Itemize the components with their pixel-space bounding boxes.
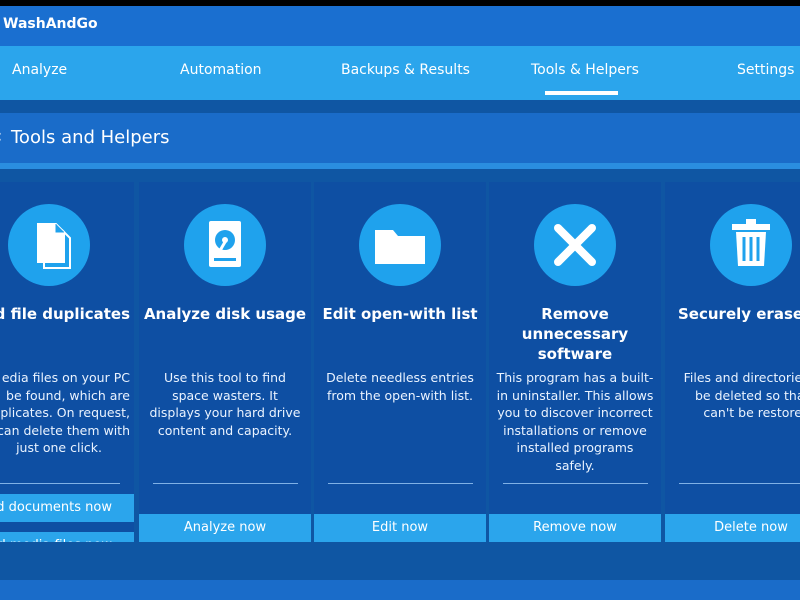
card-divider: [0, 483, 120, 484]
card-divider: [503, 483, 648, 484]
card-description: Delete needless entries from the open-wi…: [326, 370, 474, 403]
find-documents-button[interactable]: nd documents now: [0, 494, 134, 522]
bottom-bar: [0, 580, 800, 600]
remove-now-button[interactable]: Remove now: [489, 514, 661, 542]
close-x-icon: [554, 224, 596, 266]
tool-card-disk-usage: Analyze disk usage Use this tool to find…: [139, 182, 311, 542]
folder-icon: [375, 230, 425, 264]
delete-now-button[interactable]: Delete now: [665, 514, 800, 542]
icon-circle: [534, 204, 616, 286]
app-window: WashAndGo Analyze Automation Backups & R…: [0, 0, 800, 600]
tab-settings[interactable]: Settings: [737, 62, 794, 78]
title-bar: WashAndGo: [0, 6, 800, 46]
app-title: WashAndGo: [3, 16, 98, 32]
section-header: ‹ Tools and Helpers: [0, 113, 800, 163]
tool-card-secure-erase: Securely erase fi Files and directories …: [665, 182, 800, 542]
section-title: Tools and Helpers: [11, 127, 170, 148]
tool-card-duplicates: d file duplicates edia files on your PC …: [0, 182, 134, 542]
icon-circle: [359, 204, 441, 286]
tab-analyze[interactable]: Analyze: [12, 62, 67, 78]
tool-card-remove-software: Remove unnecessary software This program…: [489, 182, 661, 542]
active-tab-indicator: [545, 91, 618, 95]
find-media-files-button[interactable]: nd media files now: [0, 532, 134, 542]
edit-now-button[interactable]: Edit now: [314, 514, 486, 542]
trash-icon: [732, 219, 770, 266]
icon-circle: [710, 204, 792, 286]
card-title: Securely erase fi: [678, 305, 800, 323]
card-description: edia files on your PC be found, which ar…: [0, 370, 130, 455]
tab-tools-helpers[interactable]: Tools & Helpers: [531, 62, 639, 78]
documents-icon: [37, 223, 71, 269]
tool-card-open-with: Edit open-with list Delete needless entr…: [314, 182, 486, 542]
hard-disk-icon: [209, 221, 241, 267]
card-description: This program has a built-in uninstaller.…: [496, 370, 654, 473]
card-description: Files and directories be deleted so that…: [683, 370, 800, 420]
card-description: Use this tool to find space wasters. It …: [149, 370, 301, 438]
card-title: Analyze disk usage: [143, 305, 307, 323]
tab-backups-results[interactable]: Backups & Results: [341, 62, 470, 78]
section-divider: [0, 163, 800, 169]
analyze-now-button[interactable]: Analyze now: [139, 514, 311, 542]
card-title: d file duplicates: [0, 305, 130, 323]
tab-automation[interactable]: Automation: [180, 62, 262, 78]
icon-circle: [8, 204, 90, 286]
back-chevron-icon[interactable]: ‹: [0, 128, 2, 146]
main-navigation: Analyze Automation Backups & Results Too…: [0, 46, 800, 100]
card-title: Edit open-with list: [322, 305, 478, 323]
card-title: Remove unnecessary software: [521, 305, 629, 363]
icon-circle: [184, 204, 266, 286]
card-divider: [679, 483, 800, 484]
card-divider: [153, 483, 298, 484]
card-divider: [328, 483, 473, 484]
